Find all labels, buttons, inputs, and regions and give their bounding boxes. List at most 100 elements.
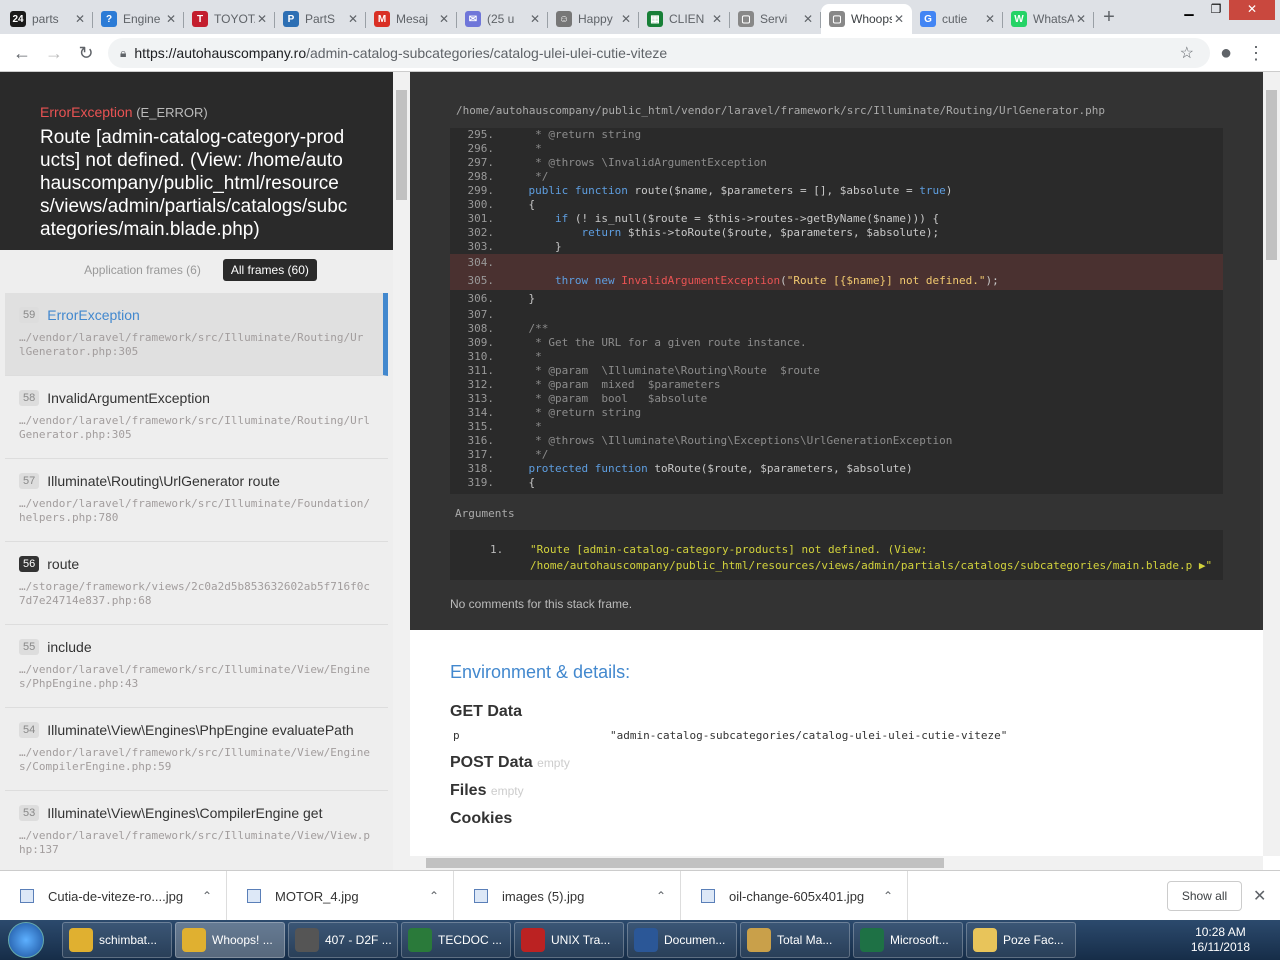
clock-time: 10:28 AM	[1195, 925, 1246, 939]
tab-close-icon[interactable]: ✕	[346, 12, 360, 26]
frame-file: …/vendor/laravel/framework/src/Illuminat…	[19, 497, 370, 524]
browser-tab[interactable]: ▦ CLIEN ✕	[639, 4, 730, 34]
frame-class: ErrorException	[47, 307, 140, 323]
browser-tab[interactable]: ? Engine ✕	[93, 4, 184, 34]
tab-close-icon[interactable]: ✕	[619, 12, 633, 26]
get-data-value: "admin-catalog-subcategories/catalog-ule…	[610, 729, 1008, 742]
tab-close-icon[interactable]: ✕	[892, 12, 906, 26]
back-icon[interactable]: ←	[10, 41, 34, 65]
browser-tab[interactable]: M Mesaj ✕	[366, 4, 457, 34]
downloads-bar: Cutia-de-viteze-ro....jpg ⌃ MOTOR_4.jpg ⌃ im…	[0, 870, 1280, 921]
download-options-icon[interactable]: ⌃	[883, 889, 893, 903]
code-line: 303. }	[450, 240, 1223, 254]
download-item[interactable]: oil-change-605x401.jpg ⌃	[681, 871, 908, 921]
stack-frame[interactable]: 53 Illuminate\View\Engines\CompilerEngine…	[5, 791, 388, 870]
download-options-icon[interactable]: ⌃	[202, 889, 212, 903]
browser-tab[interactable]: T TOYOTA✕	[184, 4, 275, 34]
line-number: 300.	[467, 198, 495, 211]
download-item[interactable]: Cutia-de-viteze-ro....jpg ⌃	[0, 871, 227, 921]
browser-tab[interactable]: W WhatsApp✕	[1003, 4, 1094, 34]
tab-close-icon[interactable]: ✕	[983, 12, 997, 26]
taskbar-app[interactable]: 407 - D2F ...	[288, 922, 398, 958]
browser-tab[interactable]: Gcutie ✕	[912, 4, 1003, 34]
taskbar-app[interactable]: Whoops! ...	[175, 922, 285, 958]
line-code: * Get the URL for a given route instance…	[502, 336, 807, 349]
windows-taskbar: schimbat... Whoops! ... 407 - D2F ... TECDO…	[0, 920, 1280, 960]
tab-close-icon[interactable]: ✕	[801, 12, 815, 26]
stack-frame[interactable]: 57 Illuminate\Routing\UrlGenerator route ……	[5, 459, 388, 542]
argument-value[interactable]: "Route [admin-catalog-category-products]…	[530, 543, 1212, 572]
line-number: 318.	[467, 462, 495, 475]
right-scrollbar[interactable]	[1263, 72, 1280, 856]
code-line: 315. *	[450, 420, 1223, 434]
frame-index: 53	[19, 805, 40, 821]
download-options-icon[interactable]: ⌃	[656, 889, 666, 903]
code-line: 306. }	[450, 290, 1223, 308]
tab-close-icon[interactable]: ✕	[710, 12, 724, 26]
horizontal-scrollbar[interactable]	[410, 856, 1263, 870]
browser-tab[interactable]: ✉ (25 u ✕	[457, 4, 548, 34]
reload-icon[interactable]: ↻	[74, 41, 98, 65]
frame-details: /home/autohauscompany/public_html/vendor…	[410, 72, 1263, 630]
stack-frame[interactable]: 58 InvalidArgumentException …/vendor/larav…	[5, 376, 388, 459]
line-code: }	[502, 240, 562, 253]
stack-frame[interactable]: 54 Illuminate\View\Engines\PhpEngine eval…	[5, 708, 388, 791]
tab-title: TOYOTA	[214, 12, 255, 26]
taskbar-app[interactable]: Poze Fac...	[966, 922, 1076, 958]
address-bar[interactable]: 🔒︎ https://autohauscompany.ro/admin-cata…	[108, 38, 1210, 68]
stack-frame[interactable]: 55 include …/vendor/laravel/framework/src/…	[5, 625, 388, 708]
maximize-button[interactable]: ❐	[1203, 0, 1229, 20]
taskbar-app-label: 407 - D2F ...	[325, 933, 392, 947]
taskbar-app[interactable]: TECDOC ...	[401, 922, 511, 958]
browser-tab[interactable]: ▢ Servi ✕	[730, 4, 821, 34]
clock[interactable]: 10:28 AM 16/11/2018	[1191, 925, 1250, 955]
tab-close-icon[interactable]: ✕	[73, 12, 87, 26]
show-all-downloads-button[interactable]: Show all	[1167, 881, 1242, 911]
browser-tab[interactable]: ☺ Happy ✕	[548, 4, 639, 34]
tab-close-icon[interactable]: ✕	[528, 12, 542, 26]
tab-title: Mesaj	[396, 12, 429, 26]
stack-frame[interactable]: 59 ErrorException …/vendor/laravel/framewo…	[5, 293, 388, 376]
app-icon	[521, 928, 545, 952]
browser-tab[interactable]: ▢ Whoops!✕	[821, 4, 912, 34]
taskbar-app[interactable]: Microsoft...	[853, 922, 963, 958]
line-code: * @throws \Illuminate\Routing\Exceptions…	[502, 434, 953, 447]
taskbar-app[interactable]: schimbat...	[62, 922, 172, 958]
start-button[interactable]	[8, 922, 44, 958]
stack-frame[interactable]: 56 route …/storage/framework/views/2c0a2d5…	[5, 542, 388, 625]
tab-title: CLIEN	[669, 12, 705, 26]
all-frames-button[interactable]: All frames (60)	[222, 259, 317, 281]
taskbar-app[interactable]: UNIX Tra...	[514, 922, 624, 958]
tab-close-icon[interactable]: ✕	[164, 12, 178, 26]
tab-close-icon[interactable]: ✕	[437, 12, 451, 26]
tab-close-icon[interactable]: ✕	[255, 12, 269, 26]
code-line: 295. * @return string	[450, 128, 1223, 142]
application-frames-button[interactable]: Application frames (6)	[76, 259, 209, 281]
download-options-icon[interactable]: ⌃	[429, 889, 439, 903]
line-number: 319.	[467, 476, 495, 489]
tab-close-icon[interactable]: ✕	[1074, 12, 1088, 26]
bookmark-star-icon[interactable]: ☆	[1180, 43, 1194, 63]
code-line: 305. throw new InvalidArgumentException(…	[450, 272, 1223, 290]
taskbar-app[interactable]: Total Ma...	[740, 922, 850, 958]
download-item[interactable]: images (5).jpg ⌃	[454, 871, 681, 921]
taskbar-app[interactable]: Documen...	[627, 922, 737, 958]
window-close-button[interactable]: ✕	[1229, 0, 1275, 20]
line-number: 316.	[467, 434, 495, 447]
minimize-button[interactable]: ▁	[1175, 0, 1203, 20]
post-data-heading: POST Data empty	[450, 754, 570, 771]
code-line: 302. return $this->toRoute($route, $para…	[450, 226, 1223, 240]
account-icon[interactable]: ●	[1214, 41, 1238, 65]
browser-tab[interactable]: P PartS ✕	[275, 4, 366, 34]
browser-tab[interactable]: 24 parts ✕	[2, 4, 93, 34]
new-tab-button[interactable]: +	[1096, 6, 1122, 28]
menu-icon[interactable]: ⋮	[1244, 41, 1268, 65]
code-file-path: /home/autohauscompany/public_html/vendor…	[456, 104, 1106, 117]
taskbar-app-label: Poze Fac...	[1003, 933, 1064, 947]
frame-line: :43	[118, 677, 139, 690]
close-downloads-icon[interactable]: ✕	[1253, 886, 1266, 906]
forward-icon[interactable]: →	[42, 41, 66, 65]
left-scrollbar[interactable]	[393, 72, 410, 870]
download-item[interactable]: MOTOR_4.jpg ⌃	[227, 871, 454, 921]
tab-favicon-icon: T	[192, 11, 208, 27]
